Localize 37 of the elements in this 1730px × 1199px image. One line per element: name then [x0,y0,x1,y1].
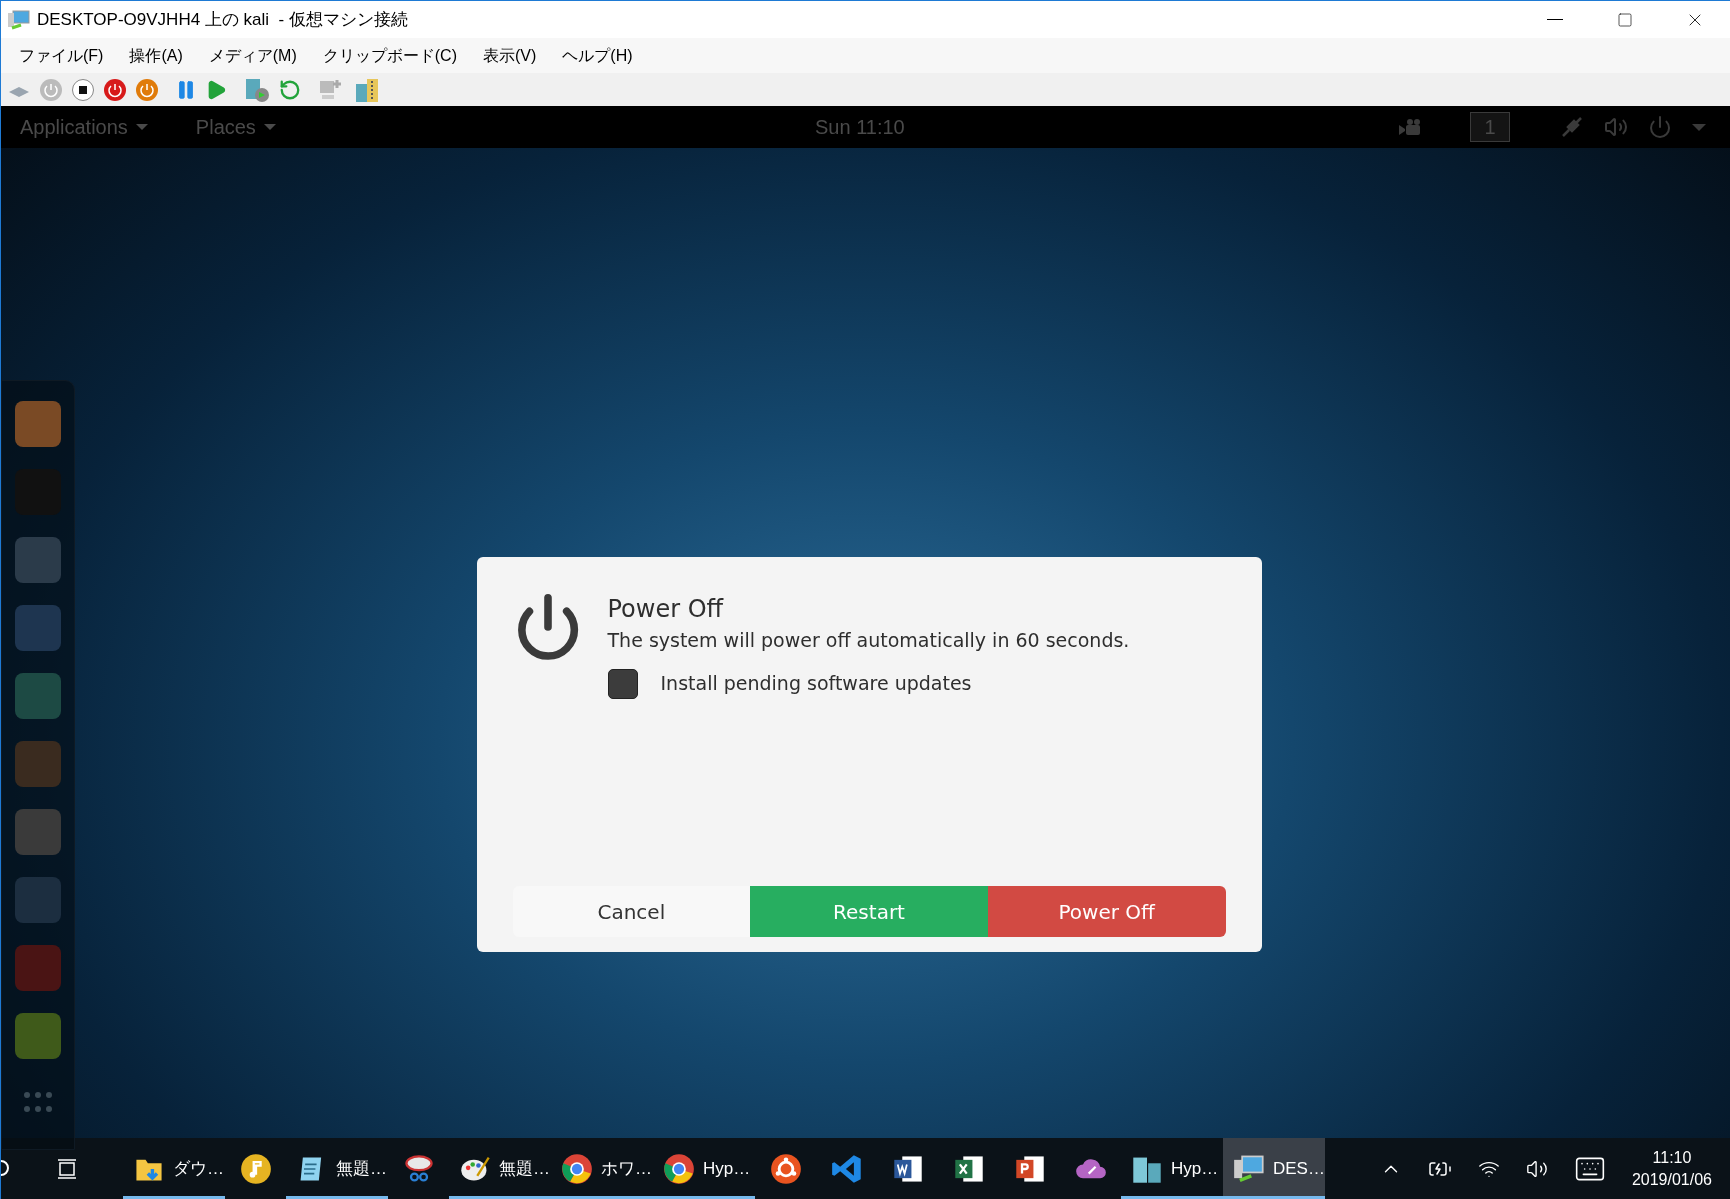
checkbox-label: Install pending software updates [660,671,972,697]
dialog-message: The system will power off automatically in 60 seconds. [607,628,1130,653]
taskbar-button[interactable]: ホワ… [551,1138,653,1199]
taskbar-button[interactable]: DES… [1223,1138,1325,1199]
taskbar-button[interactable]: 無題… [449,1138,551,1199]
cancel-button[interactable]: Cancel [512,886,751,937]
camera-icon[interactable] [1398,117,1422,137]
power-icon[interactable] [103,77,127,102]
computer-icon [7,7,31,32]
music-note-icon [239,1152,272,1185]
menu-item[interactable]: 表示(V) [470,43,549,68]
clock[interactable]: 11:10 2019/01/06 [1631,1146,1712,1191]
checkbox[interactable] [607,668,638,699]
maximize-icon [1617,11,1633,28]
caret-icon[interactable] [1692,123,1706,131]
revert-icon[interactable] [279,78,301,101]
circle-of-friends-icon [769,1152,802,1185]
app-grid-icon[interactable] [23,1091,53,1113]
task-view-icon [55,1156,79,1181]
menu-item[interactable]: メディア(M) [196,43,309,68]
taskbar-button[interactable]: ダウ… [123,1138,225,1199]
caret-icon [263,124,276,130]
scissors-icon [402,1152,435,1185]
menu-item[interactable]: ファイル(F) [7,43,116,68]
plug-icon[interactable] [1560,115,1584,139]
dialog-title: Power Off [607,594,725,624]
taskbar-button[interactable]: Hyp… [653,1138,755,1199]
menu-item[interactable]: 操作(A) [117,43,195,68]
stop-icon[interactable] [71,77,95,102]
taskbar-button[interactable]: 無題… [286,1138,388,1199]
caret-icon [135,124,148,130]
power-off-button[interactable]: Power Off [987,886,1226,937]
window-title: DESKTOP-O9VJHH4 上の kali - 仮想マシン接続 [37,8,408,31]
minimize-icon [1547,19,1563,20]
menu-item[interactable]: ヘルプ(H) [550,43,645,68]
power-icon[interactable] [135,77,159,102]
menu-item[interactable]: クリップボード(C) [310,43,469,68]
